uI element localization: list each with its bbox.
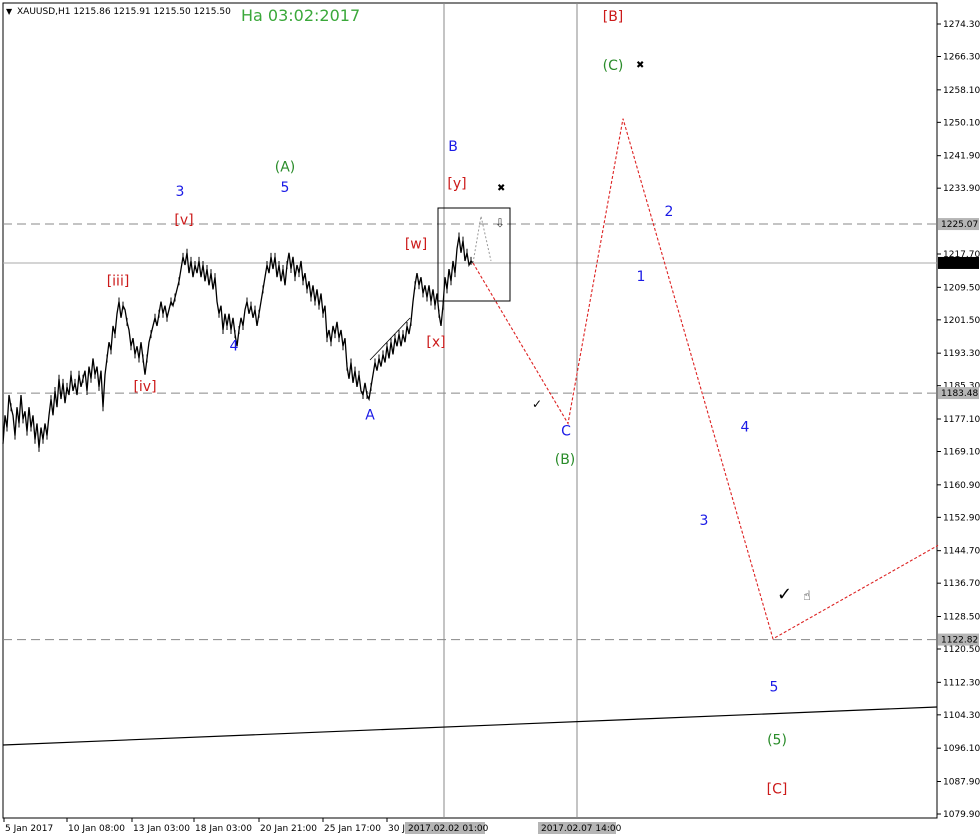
y-tick-label: 1144.70 <box>943 547 980 557</box>
y-tick-label: 1136.70 <box>943 579 980 589</box>
wave-label: 4 <box>230 338 239 354</box>
y-tick-label: 1193.30 <box>943 349 980 359</box>
y-tick-label: 1169.10 <box>943 448 980 458</box>
wave-label: [iii] <box>107 273 130 289</box>
cross-marker-icon: ✖ <box>497 183 505 194</box>
y-tick-label: 1250.10 <box>943 118 980 128</box>
wave-label: (5) <box>767 733 787 749</box>
wave-label: [y] <box>447 176 466 192</box>
y-tick-label: 1112.30 <box>943 678 980 688</box>
y-tick-label: 1152.90 <box>943 513 980 523</box>
x-marker-label: 2017.02.07 14:00 <box>541 824 622 834</box>
price-badge-label: 1122.82 <box>941 636 978 646</box>
wave-label: [w] <box>405 237 427 253</box>
forecast-path <box>472 118 939 640</box>
y-tick-label: 1120.50 <box>943 645 980 655</box>
wave-label: C <box>561 424 571 440</box>
wave-label: [iv] <box>133 379 156 395</box>
x-tick-label: 20 Jan 21:00 <box>260 824 317 834</box>
trend-line <box>2 706 938 746</box>
y-tick-label: 1258.10 <box>943 86 980 96</box>
price-badge-label: 1183.48 <box>941 389 978 399</box>
y-tick-label: 1266.30 <box>943 53 980 63</box>
wave-label: [x] <box>426 334 445 350</box>
wave-label: (B) <box>555 452 576 468</box>
x-tick-label: 18 Jan 03:00 <box>195 824 252 834</box>
down-arrow-icon: ⇩ <box>495 216 505 230</box>
chart-dropdown-arrow[interactable]: ▼ <box>6 7 13 16</box>
wave-label: A <box>365 407 375 423</box>
wave-label: 5 <box>281 180 290 196</box>
symbol-line: XAUUSD,H1 1215.86 1215.91 1215.50 1215.5… <box>17 7 231 17</box>
price-chart: (A) 3 5 [v] [iii] 4 [iv] A B [y] [w] [x] C (B) [B] (C) 2… <box>2 2 980 834</box>
wave-label: [C] <box>767 781 788 797</box>
wave-label: [v] <box>174 212 193 228</box>
x-tick-label: 5 Jan 2017 <box>5 824 53 834</box>
date-note: На 03:02:2017 <box>241 6 360 25</box>
y-tick-label: 1241.90 <box>943 152 980 162</box>
checkmark-icon: ✓ <box>532 397 542 411</box>
x-tick-label: 30 J <box>388 824 405 834</box>
y-tick-label: 1201.50 <box>943 316 980 326</box>
wave-label: (C) <box>603 58 624 74</box>
y-tick-label: 1096.10 <box>943 744 980 754</box>
y-tick-label: 1087.90 <box>943 777 980 787</box>
wave-label: [B] <box>603 9 624 25</box>
y-tick-label: 1177.10 <box>943 415 980 425</box>
forecast-local-path <box>472 216 492 264</box>
wave-label: (A) <box>275 160 296 176</box>
wave-label: 2 <box>665 204 674 220</box>
y-tick-label: 1233.90 <box>943 184 980 194</box>
plot-frame <box>2 2 938 819</box>
x-tick-label: 25 Jan 17:00 <box>324 824 381 834</box>
hand-pointer-icon: ☝ <box>803 589 811 604</box>
y-tick-label: 1160.90 <box>943 481 980 491</box>
x-marker-label: 2017.02.02 01:00 <box>408 824 489 834</box>
cross-marker-icon: ✖ <box>636 60 644 71</box>
wave-label: 3 <box>700 513 709 529</box>
y-tick-label: 1274.30 <box>943 20 980 30</box>
x-tick-label: 13 Jan 03:00 <box>133 824 190 834</box>
y-tick-label: 1209.50 <box>943 283 980 293</box>
wave-label: 1 <box>637 269 646 285</box>
x-tick-label: 10 Jan 08:00 <box>68 824 125 834</box>
wave-label: 3 <box>176 184 185 200</box>
y-tick-label: 1104.30 <box>943 711 980 721</box>
price-badge-label: 1225.07 <box>941 220 978 230</box>
y-tick-label: 1128.50 <box>943 613 980 623</box>
y-tick-label: 1079.90 <box>943 810 980 820</box>
price-badge-label: 1215.50 <box>941 259 978 269</box>
wave-label: 4 <box>741 420 750 436</box>
wave-label: B <box>448 139 458 155</box>
checkmark-icon: ✓ <box>777 584 792 605</box>
wave-label: 5 <box>770 680 779 696</box>
